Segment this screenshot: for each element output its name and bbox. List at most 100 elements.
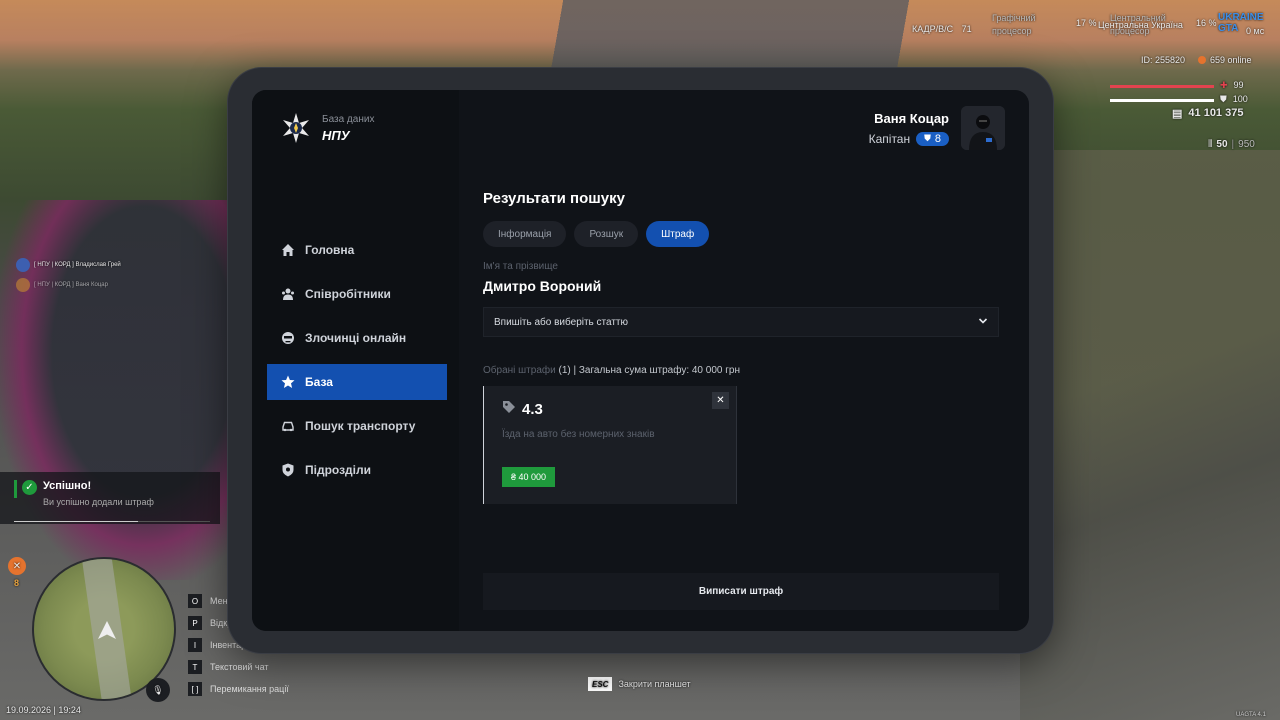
hud-gpu-label: Графічний процесор (992, 13, 1036, 36)
hud-zone-label: КАДР/В/С (912, 24, 954, 34)
chat-avatar-icon (16, 278, 30, 292)
tabs: Інформація Розшук Штраф (483, 221, 999, 247)
users-icon (281, 287, 295, 301)
sidebar-item-vehicle-search[interactable]: Пошук транспорту (267, 408, 447, 444)
hud-zone-value: 71 (961, 24, 972, 34)
hud-money: ▤ 41 101 375 (1172, 107, 1243, 120)
ammo-total: 950 (1238, 139, 1255, 150)
ammo-icon: ⦀ (1208, 139, 1213, 150)
key-label: Текстовий чат (210, 662, 269, 672)
fine-summary: Обрані штрафи (1) | Загальна сума штрафу… (483, 365, 999, 376)
sidebar-item-label: Пошук транспорту (305, 419, 416, 433)
armor-icon: ⛊ (1220, 94, 1227, 104)
tablet-screen: База даних НПУ Головна Співробітники Зло… (252, 90, 1029, 631)
shield-icon (281, 463, 295, 477)
remove-fine-button[interactable]: ✕ (712, 392, 729, 409)
hud-ping: 0 мс (1246, 26, 1265, 36)
sidebar-item-label: Злочинці онлайн (305, 331, 407, 345)
close-icon: ✕ (716, 395, 725, 406)
hud-region: Центральна Україна (1098, 20, 1183, 30)
health-icon: ✚ (1220, 80, 1228, 90)
close-tablet-hint[interactable]: ESC Закрити планшет (588, 677, 691, 691)
user-name: Ваня Коцар (874, 110, 949, 126)
avatar (961, 106, 1005, 150)
hud-health: ✚ 99 (1220, 80, 1244, 91)
summary-label: Обрані штрафи (483, 365, 556, 376)
brand-title: НПУ (322, 127, 350, 143)
article-select[interactable]: Впишіть або виберіть статтю (483, 307, 999, 337)
sidebar-item-divisions[interactable]: Підрозділи (267, 452, 447, 488)
online-icon (1198, 56, 1206, 64)
chat-line: [ НПУ | КОРД ] Ваня Коцар (16, 278, 108, 292)
toast-message: Ви успішно додали штраф (43, 497, 154, 507)
food-icon: ✕ (8, 557, 26, 575)
user-rank: Капітан (868, 131, 911, 146)
sidebar-item-database[interactable]: База (267, 364, 447, 400)
hud-percent-2: 16 % (1196, 18, 1217, 28)
badge-icon: ⛊ (924, 133, 931, 143)
close-tablet-label: Закрити планшет (618, 679, 691, 689)
tab-wanted[interactable]: Розшук (574, 221, 639, 247)
minimap-count: 8 (14, 578, 20, 588)
key: T (188, 660, 202, 674)
summary-count: (1) (558, 365, 571, 376)
microphone-icon[interactable]: 🎙 (146, 678, 170, 702)
fine-card: 4.3 Їзда на авто без номерних знаків ₴ 4… (483, 386, 737, 504)
success-toast: ✓ Успішно! Ви успішно додали штраф (0, 472, 220, 524)
sidebar-nav: Головна Співробітники Злочинці онлайн Ба… (267, 232, 447, 496)
brand: База даних НПУ (280, 112, 374, 144)
tab-information[interactable]: Інформація (483, 221, 567, 247)
keybind-row: [ ] Перемикання рації (188, 678, 289, 700)
car-icon (281, 419, 295, 433)
toast-accent (14, 480, 17, 498)
key-label: Перемикання рації (210, 684, 289, 694)
money-value: 41 101 375 (1188, 107, 1244, 119)
check-icon: ✓ (22, 480, 37, 495)
key: O (188, 594, 202, 608)
person-name: Дмитро Вороний (483, 278, 602, 294)
version-label: UAGTA 4.1 (1236, 712, 1266, 718)
hud-online-text: 659 online (1210, 55, 1252, 65)
tab-fine[interactable]: Штраф (646, 221, 710, 247)
rank-level: 8 (934, 132, 941, 145)
tag-icon (502, 400, 516, 418)
toast-title: Успішно! (43, 480, 92, 492)
fine-amount-badge: ₴ 40 000 (502, 467, 556, 487)
chat-text: [ НПУ | КОРД ] Владислав Грей (34, 262, 121, 268)
hud-zone: КАДР/В/С 71 (912, 24, 972, 34)
health-value: 99 (1233, 80, 1244, 90)
fine-code-row: 4.3 (502, 400, 543, 418)
sidebar-item-label: База (305, 375, 333, 389)
ammo-separator: | (1231, 139, 1235, 150)
police-emblem-icon (280, 112, 312, 144)
chevron-down-icon (978, 316, 988, 329)
toast-progress (14, 521, 138, 522)
keybind-row: T Текстовий чат (188, 656, 289, 678)
health-bar (1110, 85, 1214, 88)
star-icon (281, 375, 295, 389)
hud-percent-1: 17 % (1076, 18, 1097, 28)
key: I (188, 638, 202, 652)
hud-armor: ⛊ 100 (1220, 94, 1248, 105)
home-icon (281, 243, 295, 257)
police-tablet: База даних НПУ Головна Співробітники Зло… (228, 68, 1053, 653)
hud-online: 659 online (1198, 55, 1252, 65)
user-profile: Ваня Коцар Капітан ⛊ 8 (869, 106, 1005, 150)
background-scenery (1020, 150, 1280, 720)
chat-line: [ НПУ | КОРД ] Владислав Грей (16, 258, 121, 272)
fine-description: Їзда на авто без номерних знаків (502, 429, 655, 440)
key: P (188, 616, 202, 630)
chat-text: [ НПУ | КОРД ] Ваня Коцар (34, 282, 108, 288)
name-label: Ім'я та прізвище (483, 261, 558, 272)
rank-badge: ⛊ 8 (916, 131, 949, 146)
sidebar-item-employees[interactable]: Співробітники (267, 276, 447, 312)
article-select-placeholder: Впишіть або виберіть статтю (494, 316, 629, 328)
sidebar-item-criminals-online[interactable]: Злочинці онлайн (267, 320, 447, 356)
issue-fine-button[interactable]: Виписати штраф (483, 573, 999, 610)
date-time: 19.09.2026 | 19:24 (6, 705, 81, 715)
page-title: Результати пошуку (483, 190, 625, 207)
sidebar-item-home[interactable]: Головна (267, 232, 447, 268)
armor-value: 100 (1232, 94, 1248, 104)
fine-code: 4.3 (522, 400, 543, 418)
summary-total: | Загальна сума штрафу: 40 000 грн (573, 365, 740, 376)
